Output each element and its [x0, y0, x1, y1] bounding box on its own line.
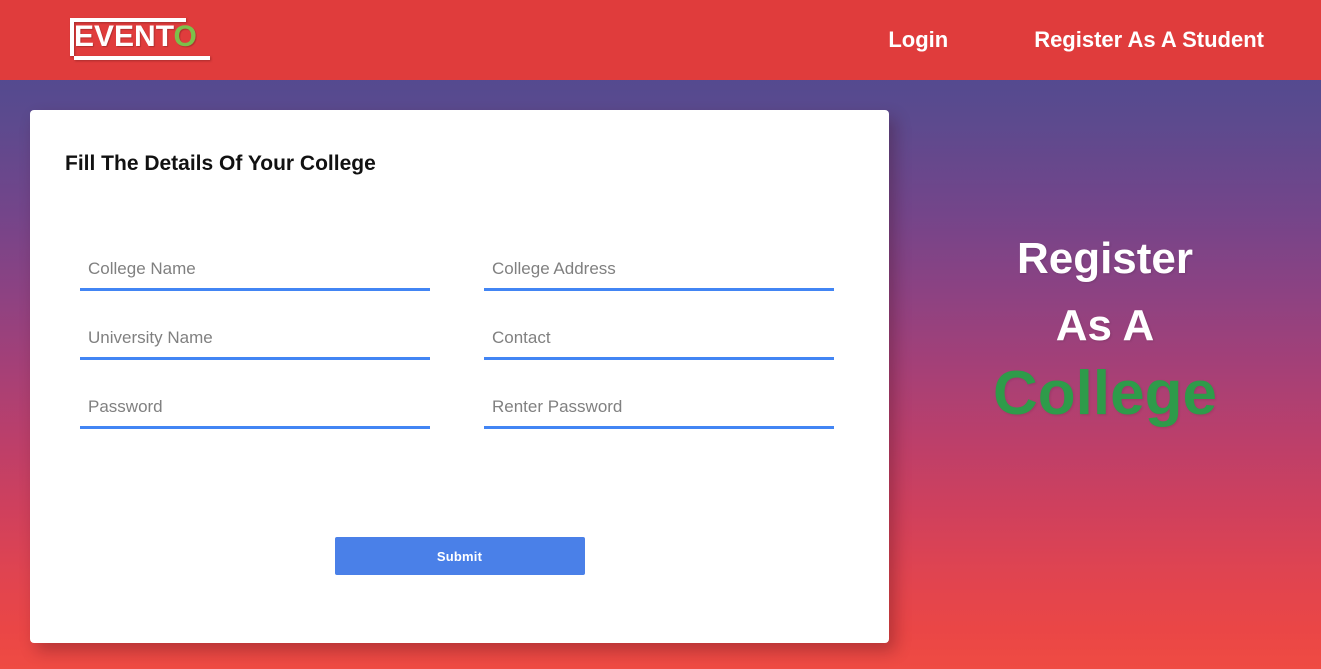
logo-text: EVENTO	[74, 20, 197, 54]
submit-button[interactable]: Submit	[334, 537, 585, 575]
field-college-name	[80, 254, 430, 291]
field-college-address	[484, 254, 834, 291]
form-row-1	[80, 254, 885, 291]
university-name-input[interactable]	[80, 323, 430, 360]
college-address-input[interactable]	[484, 254, 834, 291]
password-input[interactable]	[80, 392, 430, 429]
nav-link-register-as-a-student[interactable]: Register As A Student	[1034, 27, 1264, 53]
hero-line-register: Register	[1016, 234, 1194, 283]
submit-button-container: Submit	[30, 537, 889, 575]
hero-line-as-a: As A	[1055, 301, 1155, 350]
hero-heading: Register As A College	[900, 225, 1310, 429]
logo-text-main: EVENT	[74, 20, 174, 53]
page-background: EVENTO Login Register As A Student Fill …	[0, 0, 1321, 669]
form-row-3	[80, 392, 885, 429]
nav-link-login[interactable]: Login	[888, 27, 948, 53]
renter-password-input[interactable]	[484, 392, 834, 429]
top-navbar: EVENTO Login Register As A Student	[0, 0, 1321, 80]
field-password	[80, 392, 430, 429]
field-contact	[484, 323, 834, 360]
form-row-2	[80, 323, 885, 360]
logo-text-accent: O	[173, 20, 197, 53]
contact-input[interactable]	[484, 323, 834, 360]
hero-line-college: College	[993, 359, 1217, 428]
logo-underline-decoration	[74, 56, 210, 60]
field-university-name	[80, 323, 430, 360]
nav-links: Login Register As A Student	[888, 0, 1321, 80]
card-title: Fill The Details Of Your College	[65, 152, 376, 175]
logo-evento[interactable]: EVENTO	[70, 18, 210, 62]
field-renter-password	[484, 392, 834, 429]
college-name-input[interactable]	[80, 254, 430, 291]
college-registration-form	[80, 254, 885, 461]
college-registration-card: Fill The Details Of Your College College…	[30, 110, 889, 643]
